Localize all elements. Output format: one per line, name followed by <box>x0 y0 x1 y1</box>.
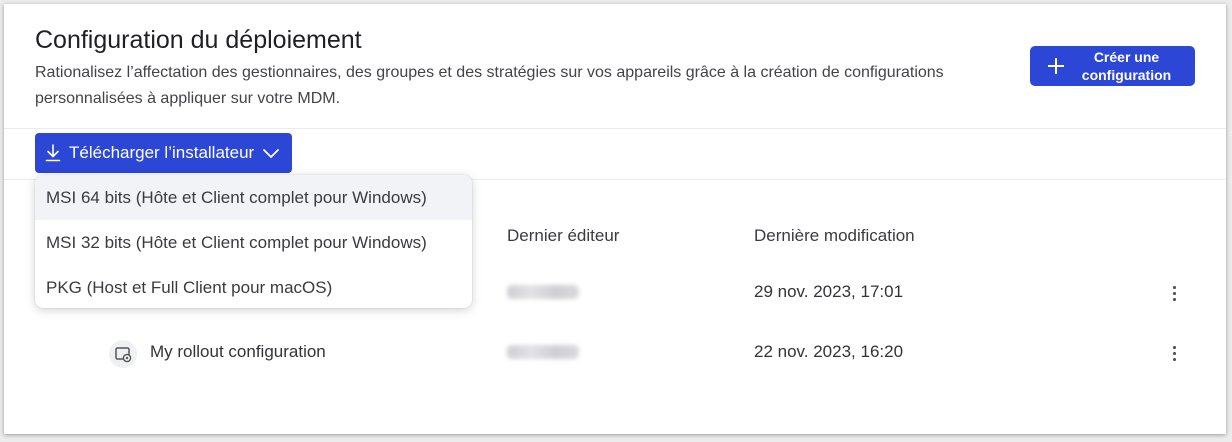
configuration-icon <box>109 340 137 368</box>
download-installer-button[interactable]: Télécharger l’installateur <box>35 133 293 173</box>
create-label-line1: Créer une <box>1093 49 1160 65</box>
configuration-name[interactable]: My rollout configuration <box>150 342 326 362</box>
column-header-last-editor[interactable]: Dernier éditeur <box>507 226 619 246</box>
menu-item-pkg[interactable]: PKG (Host et Full Client pour macOS) <box>35 265 472 308</box>
page-description: Rationalisez l’affectation des gestionna… <box>35 64 944 107</box>
kebab-menu-icon[interactable] <box>1167 284 1181 302</box>
create-configuration-button[interactable]: Créer une configuration <box>1030 46 1195 86</box>
column-header-last-modified[interactable]: Dernière modification <box>754 226 915 246</box>
chevron-down-icon <box>262 147 280 159</box>
redacted-editor <box>507 285 579 299</box>
menu-item-msi-64[interactable]: MSI 64 bits (Hôte et Client complet pour… <box>35 175 472 220</box>
create-configuration-label: Créer une configuration <box>1066 48 1195 84</box>
download-installer-label: Télécharger l’installateur <box>69 143 255 162</box>
kebab-menu-icon[interactable] <box>1167 344 1181 362</box>
create-label-line2: configuration <box>1081 67 1172 83</box>
installer-dropdown-menu: MSI 64 bits (Hôte et Client complet pour… <box>35 175 472 308</box>
page-header: Configuration du déploiement Rationalise… <box>4 4 1226 129</box>
page-title: Configuration du déploiement <box>35 26 362 54</box>
redacted-editor <box>507 345 579 359</box>
last-modified-cell: 22 nov. 2023, 16:20 <box>754 342 904 361</box>
download-icon <box>45 144 61 162</box>
last-modified-cell: 29 nov. 2023, 17:01 <box>754 282 904 301</box>
menu-item-msi-32[interactable]: MSI 32 bits (Hôte et Client complet pour… <box>35 220 472 265</box>
deployment-configuration-panel: Configuration du déploiement Rationalise… <box>4 4 1226 434</box>
plus-icon <box>1046 56 1066 76</box>
toolbar: Télécharger l’installateur <box>4 129 1226 180</box>
